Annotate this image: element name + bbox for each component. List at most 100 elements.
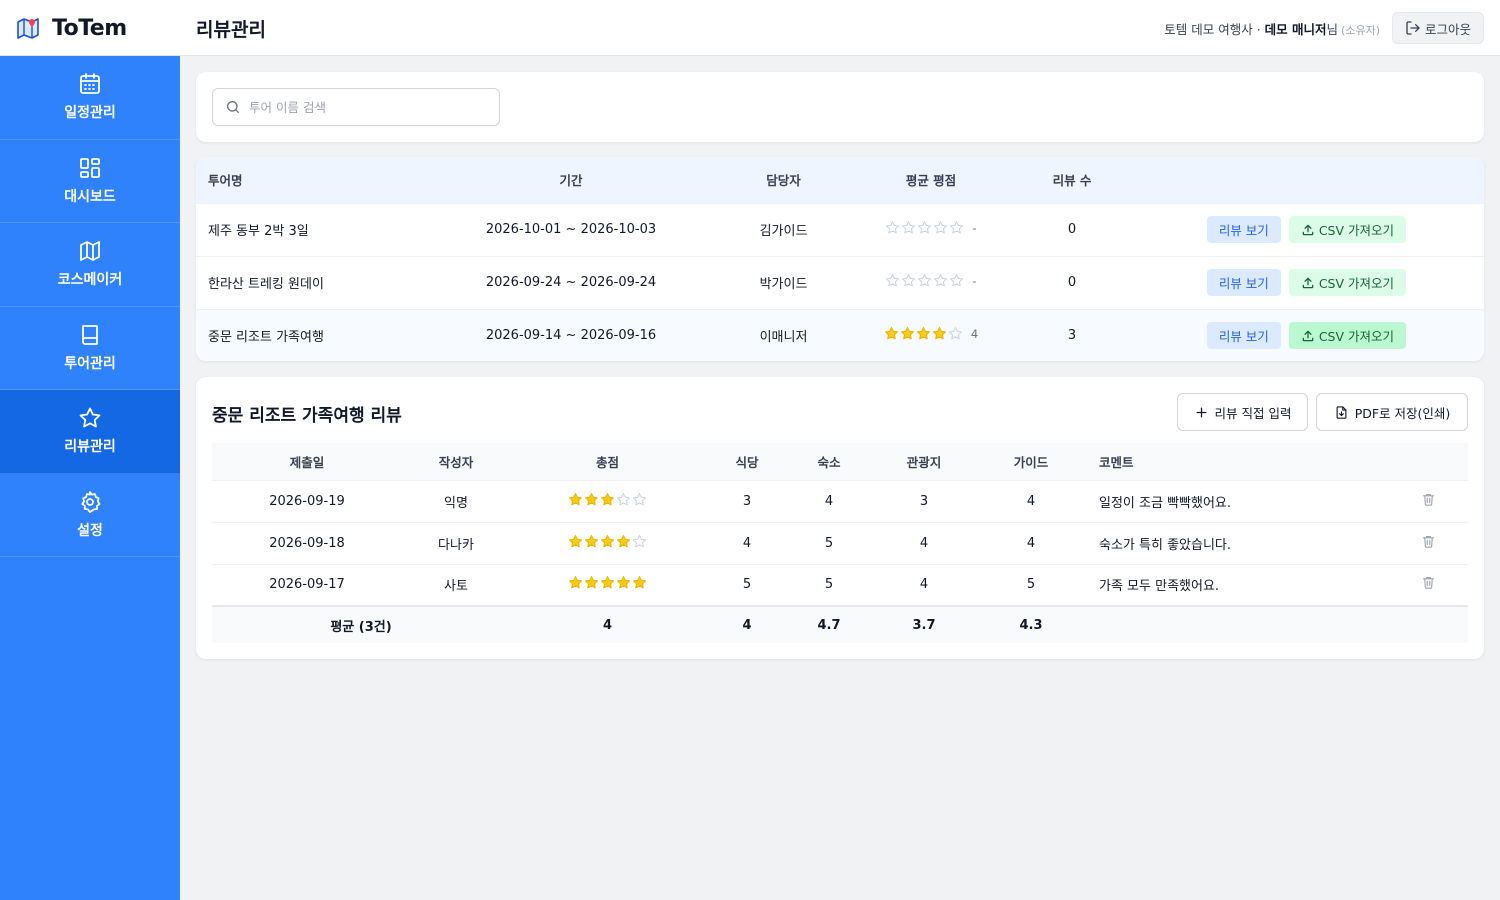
average-restaurant: 4 bbox=[742, 617, 752, 633]
star-filled-icon bbox=[932, 327, 946, 340]
review-restaurant: 5 bbox=[742, 577, 752, 593]
delete-review-button[interactable] bbox=[1421, 492, 1436, 507]
table-row: 2026-09-19 익명 3 4 3 4 일정이 조금 빡빡했어요. bbox=[212, 480, 1468, 522]
import-csv-button[interactable]: CSV 가져오기 bbox=[1288, 216, 1406, 243]
star-rating bbox=[568, 575, 647, 590]
rating-cell: - bbox=[885, 273, 977, 288]
sidebar-item-tours[interactable]: 투어관리 bbox=[0, 307, 180, 390]
view-reviews-button[interactable]: 리뷰 보기 bbox=[1206, 269, 1281, 296]
logout-label: 로그아웃 bbox=[1424, 21, 1471, 37]
star-empty-icon bbox=[617, 492, 630, 505]
star-filled-icon bbox=[569, 576, 582, 589]
table-row[interactable]: 제주 동부 2박 3일 2026-10-01 ~ 2026-10-03 김가이드 - 0… bbox=[196, 203, 1484, 256]
tour-review-count: 0 bbox=[1067, 222, 1077, 237]
table-row: 2026-09-18 다나카 4 5 4 4 숙소가 특히 좋았습니다. bbox=[212, 522, 1468, 564]
star-filled-icon bbox=[633, 576, 646, 589]
review-comment: 가족 모두 만족했어요. bbox=[1099, 579, 1220, 595]
star-empty-icon bbox=[934, 274, 948, 287]
star-filled-icon bbox=[900, 327, 914, 340]
add-review-button[interactable]: 리뷰 직접 입력 bbox=[1177, 393, 1308, 431]
sidebar-item-settings[interactable]: 설정 bbox=[0, 474, 180, 557]
top-bar: ToTem 리뷰관리 토템 데모 여행사 · 데모 매니저님 (소유자) 로그아웃 bbox=[0, 0, 1500, 56]
table-row[interactable]: 중문 리조트 가족여행 2026-09-14 ~ 2026-09-16 이매니저 4 3… bbox=[196, 309, 1484, 361]
tour-rating: 4 bbox=[851, 309, 1011, 361]
average-label: 평균 (3건) bbox=[330, 619, 392, 635]
review-actions bbox=[1388, 564, 1468, 606]
view-reviews-button[interactable]: 리뷰 보기 bbox=[1206, 322, 1281, 350]
rating-value: - bbox=[972, 273, 977, 288]
review-comment: 숙소가 특히 좋았습니다. bbox=[1099, 537, 1231, 553]
review-attraction: 3 bbox=[919, 493, 929, 509]
table-row: 2026-09-17 사토 5 5 4 5 가족 모두 만족했어요. bbox=[212, 564, 1468, 606]
logout-button[interactable]: 로그아웃 bbox=[1392, 12, 1484, 44]
column-header-actions bbox=[1388, 443, 1468, 480]
delete-review-button[interactable] bbox=[1421, 575, 1436, 590]
review-actions bbox=[1388, 480, 1468, 522]
reviews-table-header: 제출일 작성자 총점 식당 숙소 관광지 가이드 코멘트 bbox=[212, 443, 1468, 480]
view-reviews-button[interactable]: 리뷰 보기 bbox=[1206, 216, 1281, 243]
user-name: 데모 매니저 bbox=[1264, 22, 1327, 37]
star-empty-icon bbox=[902, 221, 916, 234]
sidebar-item-reviews[interactable]: 리뷰관리 bbox=[0, 390, 180, 474]
star-filled-icon bbox=[601, 492, 614, 505]
star-empty-icon bbox=[918, 221, 932, 234]
tour-period: 2026-09-14 ~ 2026-09-16 bbox=[485, 328, 657, 344]
sidebar-item-dashboard[interactable]: 대시보드 bbox=[0, 140, 180, 223]
star-empty-icon bbox=[950, 221, 964, 234]
star-filled-icon bbox=[884, 327, 898, 340]
tour-actions: 리뷰 보기 CSV 가져오기 bbox=[1133, 203, 1484, 256]
user-info: 토템 데모 여행사 · 데모 매니저님 (소유자) bbox=[1164, 19, 1380, 38]
average-empty bbox=[1083, 606, 1468, 643]
column-header: 제출일 bbox=[289, 454, 325, 470]
delete-review-button[interactable] bbox=[1421, 534, 1436, 549]
add-review-label: 리뷰 직접 입력 bbox=[1214, 405, 1292, 421]
tour-manager: 김가이드 bbox=[759, 224, 808, 239]
rating-cell: 4 bbox=[884, 326, 978, 341]
rating-cell: - bbox=[885, 220, 977, 235]
tour-rating: - bbox=[851, 256, 1011, 309]
user-role: (소유자) bbox=[1341, 24, 1380, 37]
star-filled-icon bbox=[585, 576, 598, 589]
upload-icon bbox=[1302, 277, 1314, 288]
tour-name: 한라산 트레킹 원데이 bbox=[208, 277, 324, 292]
import-csv-button[interactable]: CSV 가져오기 bbox=[1288, 322, 1406, 350]
map-logo-icon bbox=[17, 18, 39, 39]
star-filled-icon bbox=[601, 576, 614, 589]
sidebar: 일정관리 대시보드 코스메이커 투어관리 리뷰관리 설정 bbox=[0, 56, 180, 900]
star-filled-icon bbox=[585, 534, 598, 547]
star-empty-icon bbox=[950, 274, 964, 287]
import-csv-label: CSV 가져오기 bbox=[1318, 276, 1394, 291]
tours-table-header: 투어명 기간 담당자 평균 평점 리뷰 수 bbox=[196, 157, 1484, 203]
logout-icon bbox=[1406, 21, 1420, 35]
star-filled-icon bbox=[916, 327, 930, 340]
star-rating bbox=[884, 326, 963, 341]
import-csv-button[interactable]: CSV 가져오기 bbox=[1288, 269, 1406, 296]
sidebar-item-label: 일정관리 bbox=[64, 105, 116, 122]
brand[interactable]: ToTem bbox=[16, 14, 127, 42]
import-csv-label: CSV 가져오기 bbox=[1318, 223, 1394, 238]
review-actions bbox=[1388, 522, 1468, 564]
search-input[interactable] bbox=[249, 99, 489, 115]
plus-icon bbox=[1196, 407, 1207, 417]
review-guide: 4 bbox=[1026, 493, 1036, 509]
search-card bbox=[196, 72, 1484, 142]
star-filled-icon bbox=[585, 492, 598, 505]
tour-actions: 리뷰 보기 CSV 가져오기 bbox=[1133, 309, 1484, 361]
search-box[interactable] bbox=[212, 88, 500, 126]
save-pdf-button[interactable]: PDF로 저장(인쇄) bbox=[1316, 393, 1468, 431]
column-header-actions bbox=[1133, 157, 1484, 203]
trash-icon bbox=[1422, 493, 1434, 506]
table-row[interactable]: 한라산 트레킹 원데이 2026-09-24 ~ 2026-09-24 박가이드 - 0… bbox=[196, 256, 1484, 309]
review-author: 다나카 bbox=[438, 537, 474, 553]
calendar-icon bbox=[80, 73, 100, 95]
sidebar-item-course-maker[interactable]: 코스메이커 bbox=[0, 223, 180, 307]
review-author: 사토 bbox=[444, 579, 468, 595]
rating-value: - bbox=[972, 220, 977, 235]
review-lodging: 5 bbox=[824, 535, 834, 551]
file-download-icon bbox=[1336, 405, 1347, 419]
star-empty-icon bbox=[902, 274, 916, 287]
dashboard-grid-icon bbox=[80, 157, 100, 178]
review-comment: 일정이 조금 빡빡했어요. bbox=[1099, 495, 1231, 511]
book-icon bbox=[82, 324, 98, 345]
sidebar-item-schedule[interactable]: 일정관리 bbox=[0, 56, 180, 140]
